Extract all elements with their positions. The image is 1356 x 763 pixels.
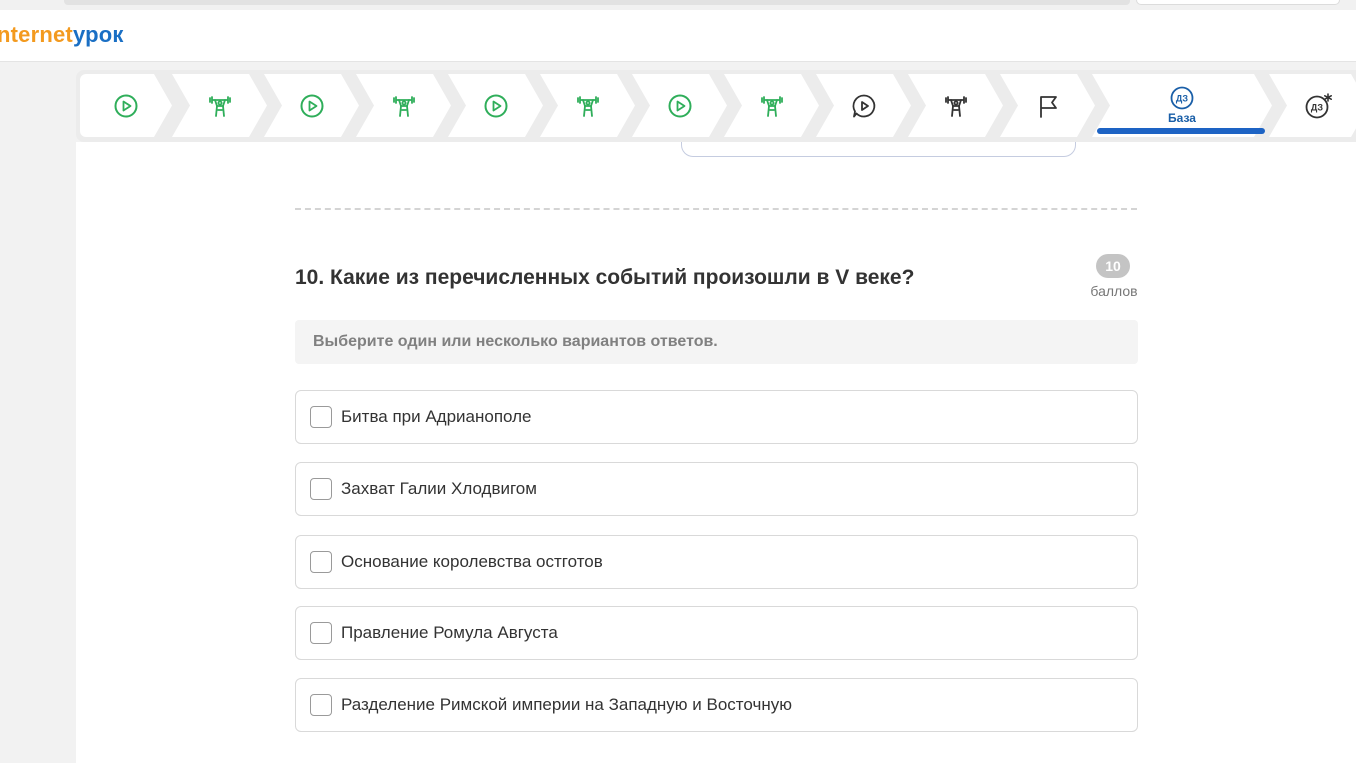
workout-icon bbox=[942, 92, 970, 120]
option-label: Основание королевства остготов bbox=[341, 552, 603, 571]
browser-search-edge bbox=[1136, 0, 1340, 5]
step-homework-extra[interactable]: ДЗ bbox=[1269, 74, 1356, 137]
step-workout-4[interactable] bbox=[724, 74, 819, 137]
previous-answer-field bbox=[681, 142, 1076, 157]
step-video-1[interactable] bbox=[80, 74, 172, 137]
step-workout-1[interactable] bbox=[172, 74, 267, 137]
answer-option-1[interactable]: Битва при Адрианополе bbox=[295, 390, 1138, 444]
workout-icon bbox=[390, 92, 418, 120]
video-play-icon bbox=[113, 93, 139, 119]
points-label: баллов bbox=[1090, 283, 1138, 299]
workout-icon bbox=[206, 92, 234, 120]
homework-badge-text: ДЗ bbox=[1176, 94, 1189, 104]
step-video-4[interactable] bbox=[632, 74, 727, 137]
answer-option-4[interactable]: Правление Ромула Августа bbox=[295, 606, 1138, 660]
workout-icon bbox=[758, 92, 786, 120]
step-workout-5[interactable] bbox=[908, 74, 1003, 137]
homework-icon: ДЗ bbox=[1169, 86, 1195, 110]
step-finish[interactable] bbox=[1000, 74, 1095, 137]
question-content: 10. Какие из перечисленных событий произ… bbox=[76, 142, 1356, 763]
step-video-3[interactable] bbox=[448, 74, 543, 137]
homework-extra-icon: ДЗ bbox=[1304, 92, 1334, 120]
workout-icon bbox=[574, 92, 602, 120]
step-video-2[interactable] bbox=[264, 74, 359, 137]
address-bar-edge bbox=[64, 0, 1130, 5]
video-play-icon bbox=[299, 93, 325, 119]
option-checkbox[interactable] bbox=[310, 622, 332, 644]
internet-urok-logo[interactable]: nternetурок bbox=[0, 22, 124, 48]
option-label: Правление Ромула Августа bbox=[341, 623, 558, 642]
question-title: 10. Какие из перечисленных событий произ… bbox=[295, 266, 915, 289]
video-play-icon bbox=[483, 93, 509, 119]
option-checkbox[interactable] bbox=[310, 406, 332, 428]
option-checkbox[interactable] bbox=[310, 478, 332, 500]
option-checkbox[interactable] bbox=[310, 694, 332, 716]
answer-instruction: Выберите один или несколько вариантов от… bbox=[295, 320, 1138, 364]
step-label: База bbox=[1168, 111, 1196, 125]
answer-option-5[interactable]: Разделение Римской империи на Западную и… bbox=[295, 678, 1138, 732]
step-workout-3[interactable] bbox=[540, 74, 635, 137]
lesson-steps-nav: ДЗ База ДЗ bbox=[76, 70, 1356, 142]
step-chat-video[interactable] bbox=[816, 74, 911, 137]
logo-part-2: урок bbox=[72, 22, 124, 47]
homework-extra-badge-text: ДЗ bbox=[1311, 102, 1324, 112]
answer-option-3[interactable]: Основание королевства остготов bbox=[295, 535, 1138, 589]
finish-flag-icon bbox=[1035, 93, 1061, 119]
logo-part-1: nternet bbox=[0, 22, 73, 47]
browser-top-strip bbox=[0, 0, 1356, 10]
option-label: Разделение Римской империи на Западную и… bbox=[341, 695, 792, 714]
chat-play-icon bbox=[851, 93, 877, 119]
step-workout-2[interactable] bbox=[356, 74, 451, 137]
video-play-icon bbox=[667, 93, 693, 119]
option-label: Захват Галии Хлодвигом bbox=[341, 479, 537, 498]
answer-option-2[interactable]: Захват Галии Хлодвигом bbox=[295, 462, 1138, 516]
option-checkbox[interactable] bbox=[310, 551, 332, 573]
site-header: nternetурок bbox=[0, 10, 1356, 62]
active-step-indicator bbox=[1097, 128, 1265, 134]
option-label: Битва при Адрианополе bbox=[341, 407, 532, 426]
question-divider bbox=[295, 208, 1137, 210]
points-badge: 10 bbox=[1096, 254, 1130, 278]
